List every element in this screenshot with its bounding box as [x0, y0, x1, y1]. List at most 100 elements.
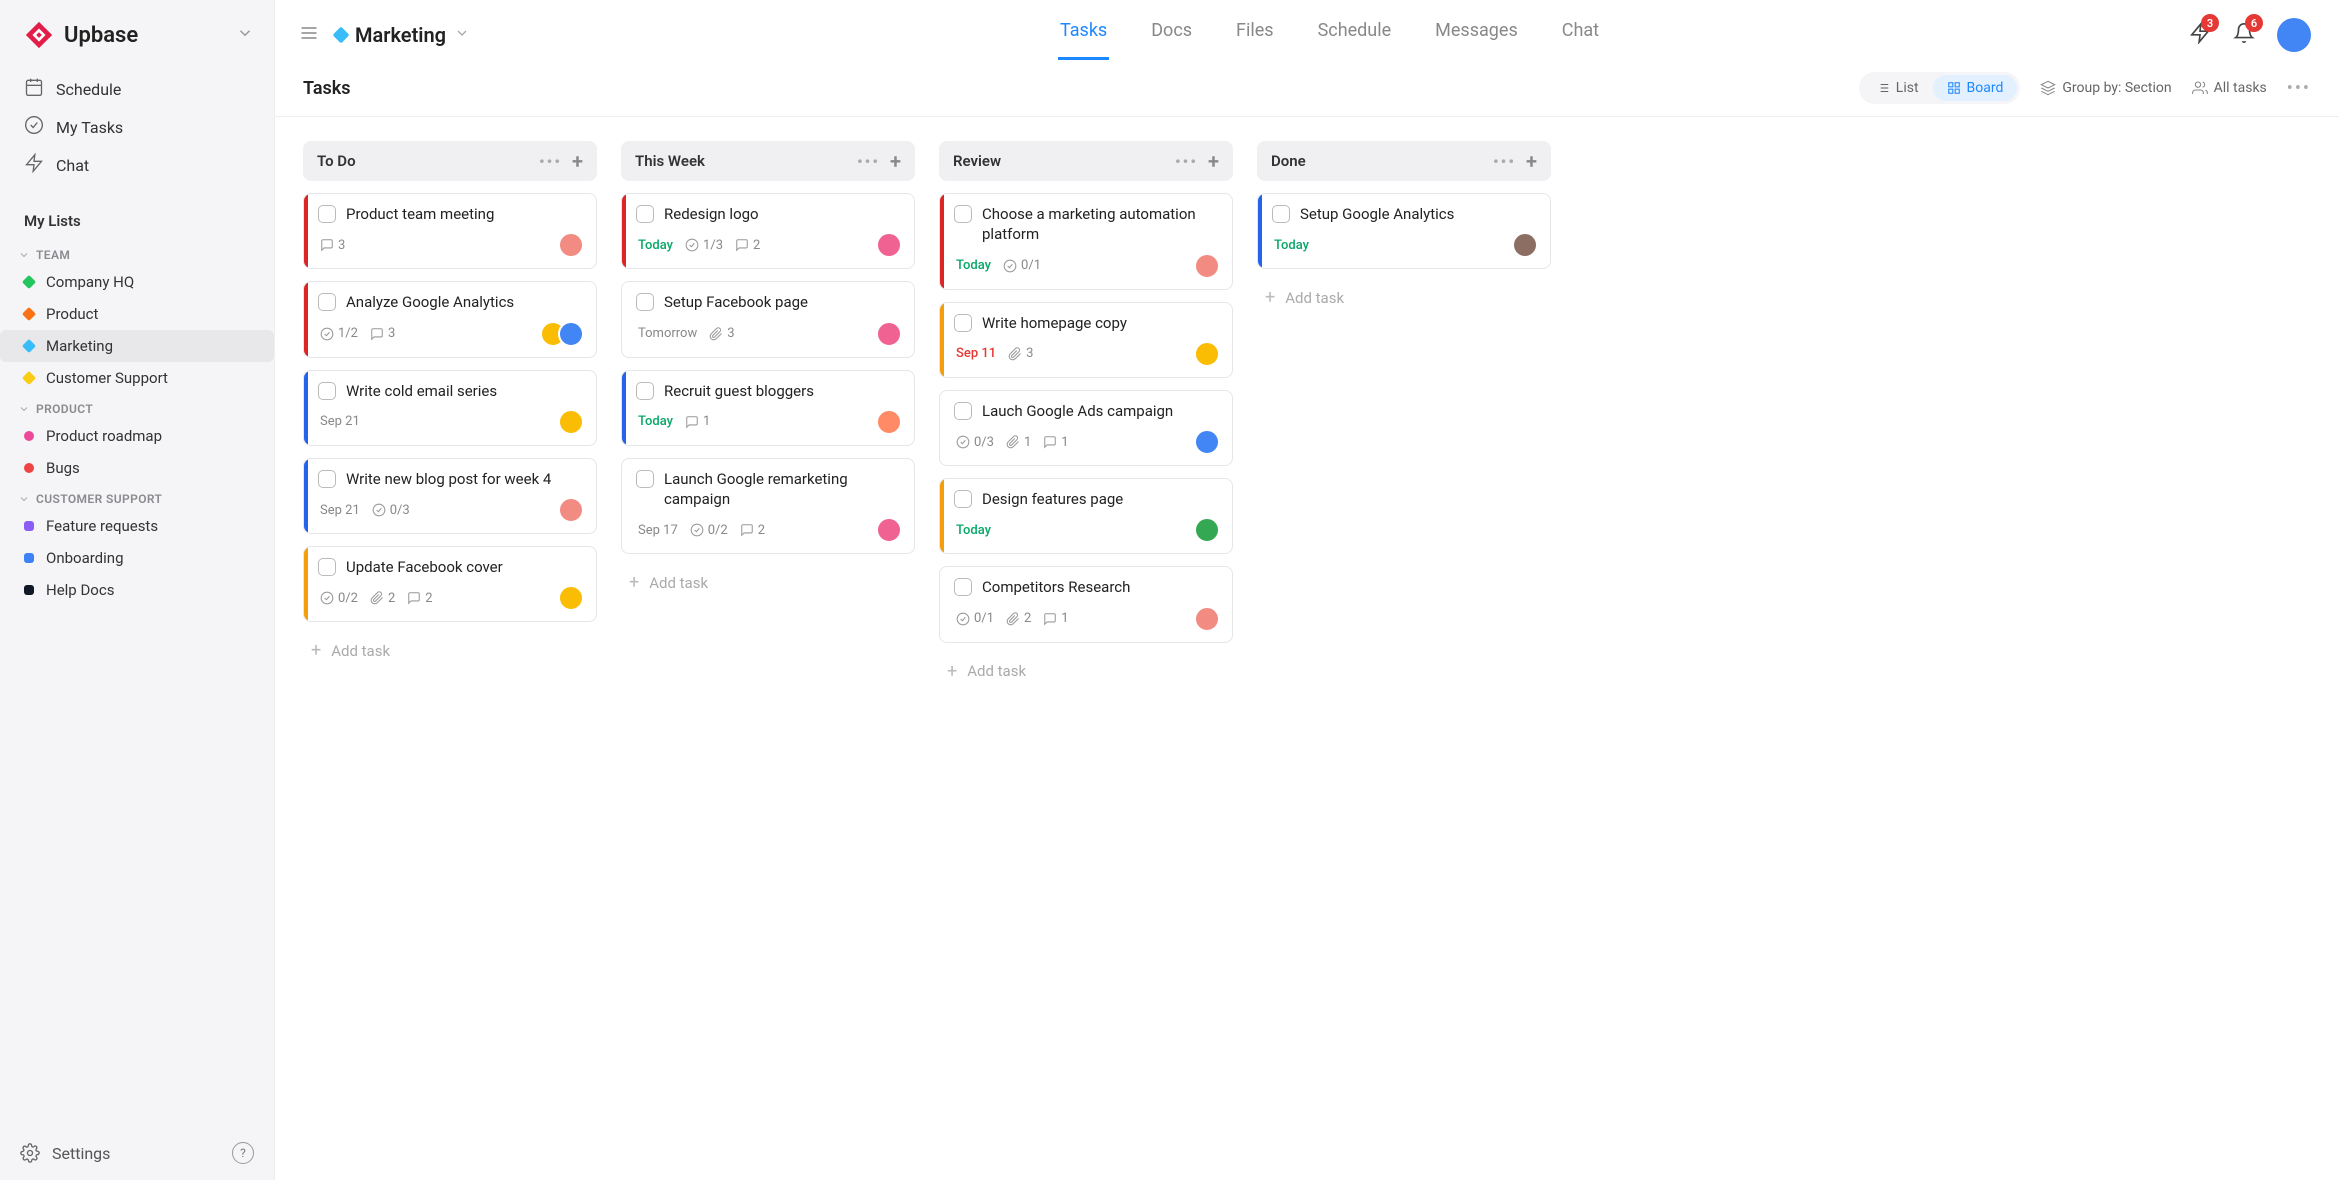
- group-by-button[interactable]: Group by: Section: [2040, 80, 2171, 96]
- task-checkbox[interactable]: [1272, 205, 1290, 223]
- task-checkbox[interactable]: [636, 382, 654, 400]
- task-card[interactable]: Recruit guest bloggers Today1: [621, 370, 915, 446]
- view-list-button[interactable]: List: [1862, 75, 1933, 101]
- column-more-icon[interactable]: •••: [857, 152, 880, 171]
- settings-link[interactable]: Settings ?: [0, 1126, 274, 1180]
- sidebar-item-product-roadmap[interactable]: Product roadmap: [0, 420, 274, 452]
- all-tasks-button[interactable]: All tasks: [2192, 80, 2267, 96]
- tab-files[interactable]: Files: [1234, 10, 1276, 60]
- add-task-button[interactable]: +Add task: [621, 566, 915, 599]
- hamburger-icon[interactable]: [293, 17, 325, 53]
- column-header[interactable]: To Do•••+: [303, 141, 597, 181]
- task-card[interactable]: Launch Google remarketing campaign Sep 1…: [621, 458, 915, 555]
- column-add-icon[interactable]: +: [572, 151, 583, 171]
- sidebar-item-help-docs[interactable]: Help Docs: [0, 574, 274, 606]
- tab-messages[interactable]: Messages: [1433, 10, 1520, 60]
- task-checkbox[interactable]: [954, 314, 972, 332]
- task-card[interactable]: Analyze Google Analytics 1/23: [303, 281, 597, 357]
- assignee-avatar[interactable]: [876, 321, 902, 347]
- plus-icon: +: [629, 572, 639, 593]
- task-checkbox[interactable]: [318, 558, 336, 576]
- sidebar-nav-my-tasks[interactable]: My Tasks: [8, 108, 266, 146]
- task-checkbox[interactable]: [954, 402, 972, 420]
- assignee-avatar[interactable]: [1194, 517, 1220, 543]
- task-card[interactable]: Design features page Today: [939, 478, 1233, 554]
- user-avatar[interactable]: [2277, 18, 2311, 52]
- page-title[interactable]: Marketing: [335, 23, 470, 47]
- task-card[interactable]: Redesign logo Today1/32: [621, 193, 915, 269]
- task-checkbox[interactable]: [318, 205, 336, 223]
- sidebar-group-product[interactable]: PRODUCT: [0, 394, 274, 420]
- column-more-icon[interactable]: •••: [539, 152, 562, 171]
- sidebar-group-customer-support[interactable]: CUSTOMER SUPPORT: [0, 484, 274, 510]
- task-card[interactable]: Setup Google Analytics Today: [1257, 193, 1551, 269]
- assignee-avatar[interactable]: [1194, 341, 1220, 367]
- sidebar-item-company-hq[interactable]: Company HQ: [0, 266, 274, 298]
- assignee-avatar[interactable]: [1194, 606, 1220, 632]
- task-card[interactable]: Setup Facebook page Tomorrow3: [621, 281, 915, 357]
- sidebar-item-onboarding[interactable]: Onboarding: [0, 542, 274, 574]
- task-title: Write new blog post for week 4: [346, 469, 551, 489]
- view-board-button[interactable]: Board: [1933, 75, 2018, 101]
- task-card[interactable]: Competitors Research 0/121: [939, 566, 1233, 642]
- tab-docs[interactable]: Docs: [1149, 10, 1194, 60]
- tab-schedule[interactable]: Schedule: [1316, 10, 1394, 60]
- assignee-avatar[interactable]: [876, 232, 902, 258]
- task-checkbox[interactable]: [636, 470, 654, 488]
- sidebar-collapse-icon[interactable]: [236, 24, 254, 47]
- task-checkbox[interactable]: [954, 205, 972, 223]
- logo[interactable]: Upbase: [24, 20, 138, 50]
- sidebar-item-bugs[interactable]: Bugs: [0, 452, 274, 484]
- column-add-icon[interactable]: +: [890, 151, 901, 171]
- add-task-button[interactable]: +Add task: [303, 634, 597, 667]
- add-task-button[interactable]: +Add task: [1257, 281, 1551, 314]
- sidebar-item-customer-support[interactable]: Customer Support: [0, 362, 274, 394]
- sidebar-item-marketing[interactable]: Marketing: [0, 330, 274, 362]
- add-task-button[interactable]: +Add task: [939, 655, 1233, 688]
- sidebar-nav-schedule[interactable]: Schedule: [8, 70, 266, 108]
- task-checkbox[interactable]: [636, 205, 654, 223]
- column-more-icon[interactable]: •••: [1175, 152, 1198, 171]
- sidebar-item-feature-requests[interactable]: Feature requests: [0, 510, 274, 542]
- assignee-avatar[interactable]: [1194, 253, 1220, 279]
- more-icon[interactable]: •••: [2287, 78, 2311, 99]
- page-title-text: Marketing: [355, 23, 446, 47]
- task-card[interactable]: Update Facebook cover 0/222: [303, 546, 597, 622]
- activity-icon[interactable]: 3: [2189, 22, 2211, 48]
- task-checkbox[interactable]: [318, 470, 336, 488]
- column-header[interactable]: Done•••+: [1257, 141, 1551, 181]
- mylists-title: My Lists: [0, 198, 274, 240]
- help-icon[interactable]: ?: [232, 1142, 254, 1164]
- column-more-icon[interactable]: •••: [1493, 152, 1516, 171]
- column-add-icon[interactable]: +: [1526, 151, 1537, 171]
- assignee-avatar[interactable]: [1512, 232, 1538, 258]
- assignee-avatar[interactable]: [558, 585, 584, 611]
- task-checkbox[interactable]: [318, 293, 336, 311]
- assignee-avatar[interactable]: [876, 517, 902, 543]
- column-add-icon[interactable]: +: [1208, 151, 1219, 171]
- task-card[interactable]: Write homepage copy Sep 113: [939, 302, 1233, 378]
- assignee-avatar[interactable]: [558, 232, 584, 258]
- bell-icon[interactable]: 6: [2233, 22, 2255, 48]
- tab-chat[interactable]: Chat: [1560, 10, 1601, 60]
- assignee-avatar[interactable]: [558, 409, 584, 435]
- assignee-avatar[interactable]: [1194, 429, 1220, 455]
- task-card[interactable]: Lauch Google Ads campaign 0/311: [939, 390, 1233, 466]
- sidebar-group-team[interactable]: TEAM: [0, 240, 274, 266]
- tab-tasks[interactable]: Tasks: [1058, 10, 1109, 60]
- task-card[interactable]: Choose a marketing automation platform T…: [939, 193, 1233, 290]
- task-checkbox[interactable]: [954, 490, 972, 508]
- sidebar-item-product[interactable]: Product: [0, 298, 274, 330]
- column-header[interactable]: This Week•••+: [621, 141, 915, 181]
- assignee-avatar[interactable]: [558, 321, 584, 347]
- task-checkbox[interactable]: [318, 382, 336, 400]
- task-card[interactable]: Product team meeting 3: [303, 193, 597, 269]
- task-checkbox[interactable]: [636, 293, 654, 311]
- task-card[interactable]: Write cold email series Sep 21: [303, 370, 597, 446]
- task-checkbox[interactable]: [954, 578, 972, 596]
- assignee-avatar[interactable]: [876, 409, 902, 435]
- column-header[interactable]: Review•••+: [939, 141, 1233, 181]
- task-card[interactable]: Write new blog post for week 4 Sep 210/3: [303, 458, 597, 534]
- assignee-avatar[interactable]: [558, 497, 584, 523]
- sidebar-nav-chat[interactable]: Chat: [8, 146, 266, 184]
